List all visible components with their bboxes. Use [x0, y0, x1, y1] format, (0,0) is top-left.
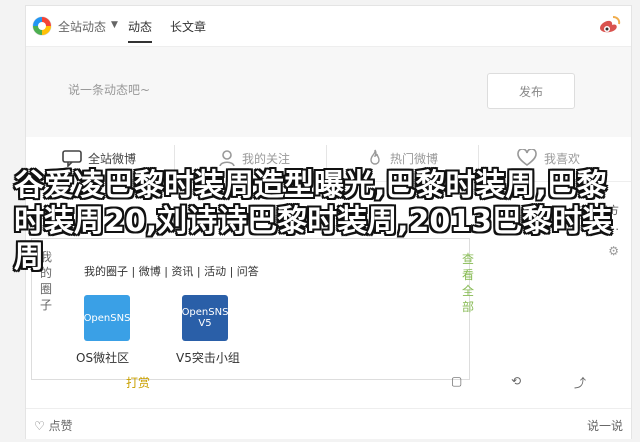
flame-icon	[370, 149, 380, 165]
divider	[174, 145, 175, 175]
app-logo-icon	[32, 16, 52, 36]
card-title: 我的圈子 | 微博 | 资讯 | 活动 | 问答	[84, 265, 259, 278]
top-bar: 全站动态 ▼ 动态 长文章	[26, 6, 631, 47]
app-caption-v5-group[interactable]: V5突击小组	[176, 349, 240, 366]
tab-all-weibo[interactable]: 全站微博	[62, 149, 136, 167]
card-left-vertical-label: 我的圈子	[40, 250, 53, 312]
app-tile-v5-text: OpenSNS V5	[181, 307, 229, 329]
heart-icon	[517, 149, 537, 166]
share-icon[interactable]: ⤴	[574, 374, 586, 391]
tab-long-articles[interactable]: 长文章	[170, 18, 206, 35]
divider	[326, 145, 327, 175]
tab-hot-weibo[interactable]: 热门微博	[366, 149, 438, 167]
post-button[interactable]: 发布	[487, 73, 575, 109]
weibo-icon[interactable]	[595, 14, 621, 36]
app-tile-opensns[interactable]: OpenSNS	[84, 295, 130, 341]
tab-liked[interactable]: 我喜欢	[516, 149, 580, 167]
meta-ellipsis: …	[608, 220, 619, 233]
compose-placeholder[interactable]: 说一条动态吧~	[68, 81, 150, 98]
tab-all-weibo-label: 全站微博	[88, 151, 137, 166]
feed-tabs: 全站微博 我的关注 热门微博 我喜欢	[26, 137, 631, 182]
app-caption-os-community[interactable]: OS微社区	[76, 349, 129, 366]
app-frame: 全站动态 ▼ 动态 长文章 说一条动态吧~ 发布 全站微博 我的关注 热门微博 …	[25, 5, 632, 439]
scope-selector[interactable]: 全站动态	[58, 18, 106, 35]
app-tile-v5[interactable]: OpenSNS V5	[182, 295, 228, 341]
official-label[interactable]: OpenSNS官方	[545, 202, 619, 218]
tab-following-label: 我的关注	[242, 151, 291, 166]
post-actions: 打赏 ▢ ⟲ ⤴	[26, 374, 631, 396]
repost-icon[interactable]: ⟲	[511, 374, 521, 388]
comment-icon[interactable]: ▢	[451, 374, 462, 388]
divider	[478, 145, 479, 175]
tab-dynamics[interactable]: 动态	[128, 18, 153, 43]
bottom-bar: ♡ 点赞 说一说	[26, 408, 631, 439]
view-all-link[interactable]: 查看全部	[462, 251, 476, 315]
compose-area[interactable]: 说一条动态吧~ 发布	[26, 47, 631, 138]
tip-button[interactable]: 打赏	[126, 374, 150, 391]
say-something-button[interactable]: 说一说	[587, 417, 623, 434]
like-button[interactable]: ♡ 点赞	[34, 417, 73, 434]
app-tile-opensns-text: OpenSNS	[83, 312, 131, 324]
tab-liked-label: 我喜欢	[544, 151, 581, 166]
gear-icon[interactable]: ⚙	[608, 244, 619, 258]
user-icon	[219, 150, 235, 167]
message-icon	[62, 150, 82, 167]
tab-hot-weibo-label: 热门微博	[390, 151, 439, 166]
chevron-down-icon[interactable]: ▼	[111, 20, 118, 30]
tab-following[interactable]: 我的关注	[218, 149, 290, 167]
circle-card: 我的圈子 我的圈子 | 微博 | 资讯 | 活动 | 问答 查看全部 OpenS…	[31, 238, 474, 380]
